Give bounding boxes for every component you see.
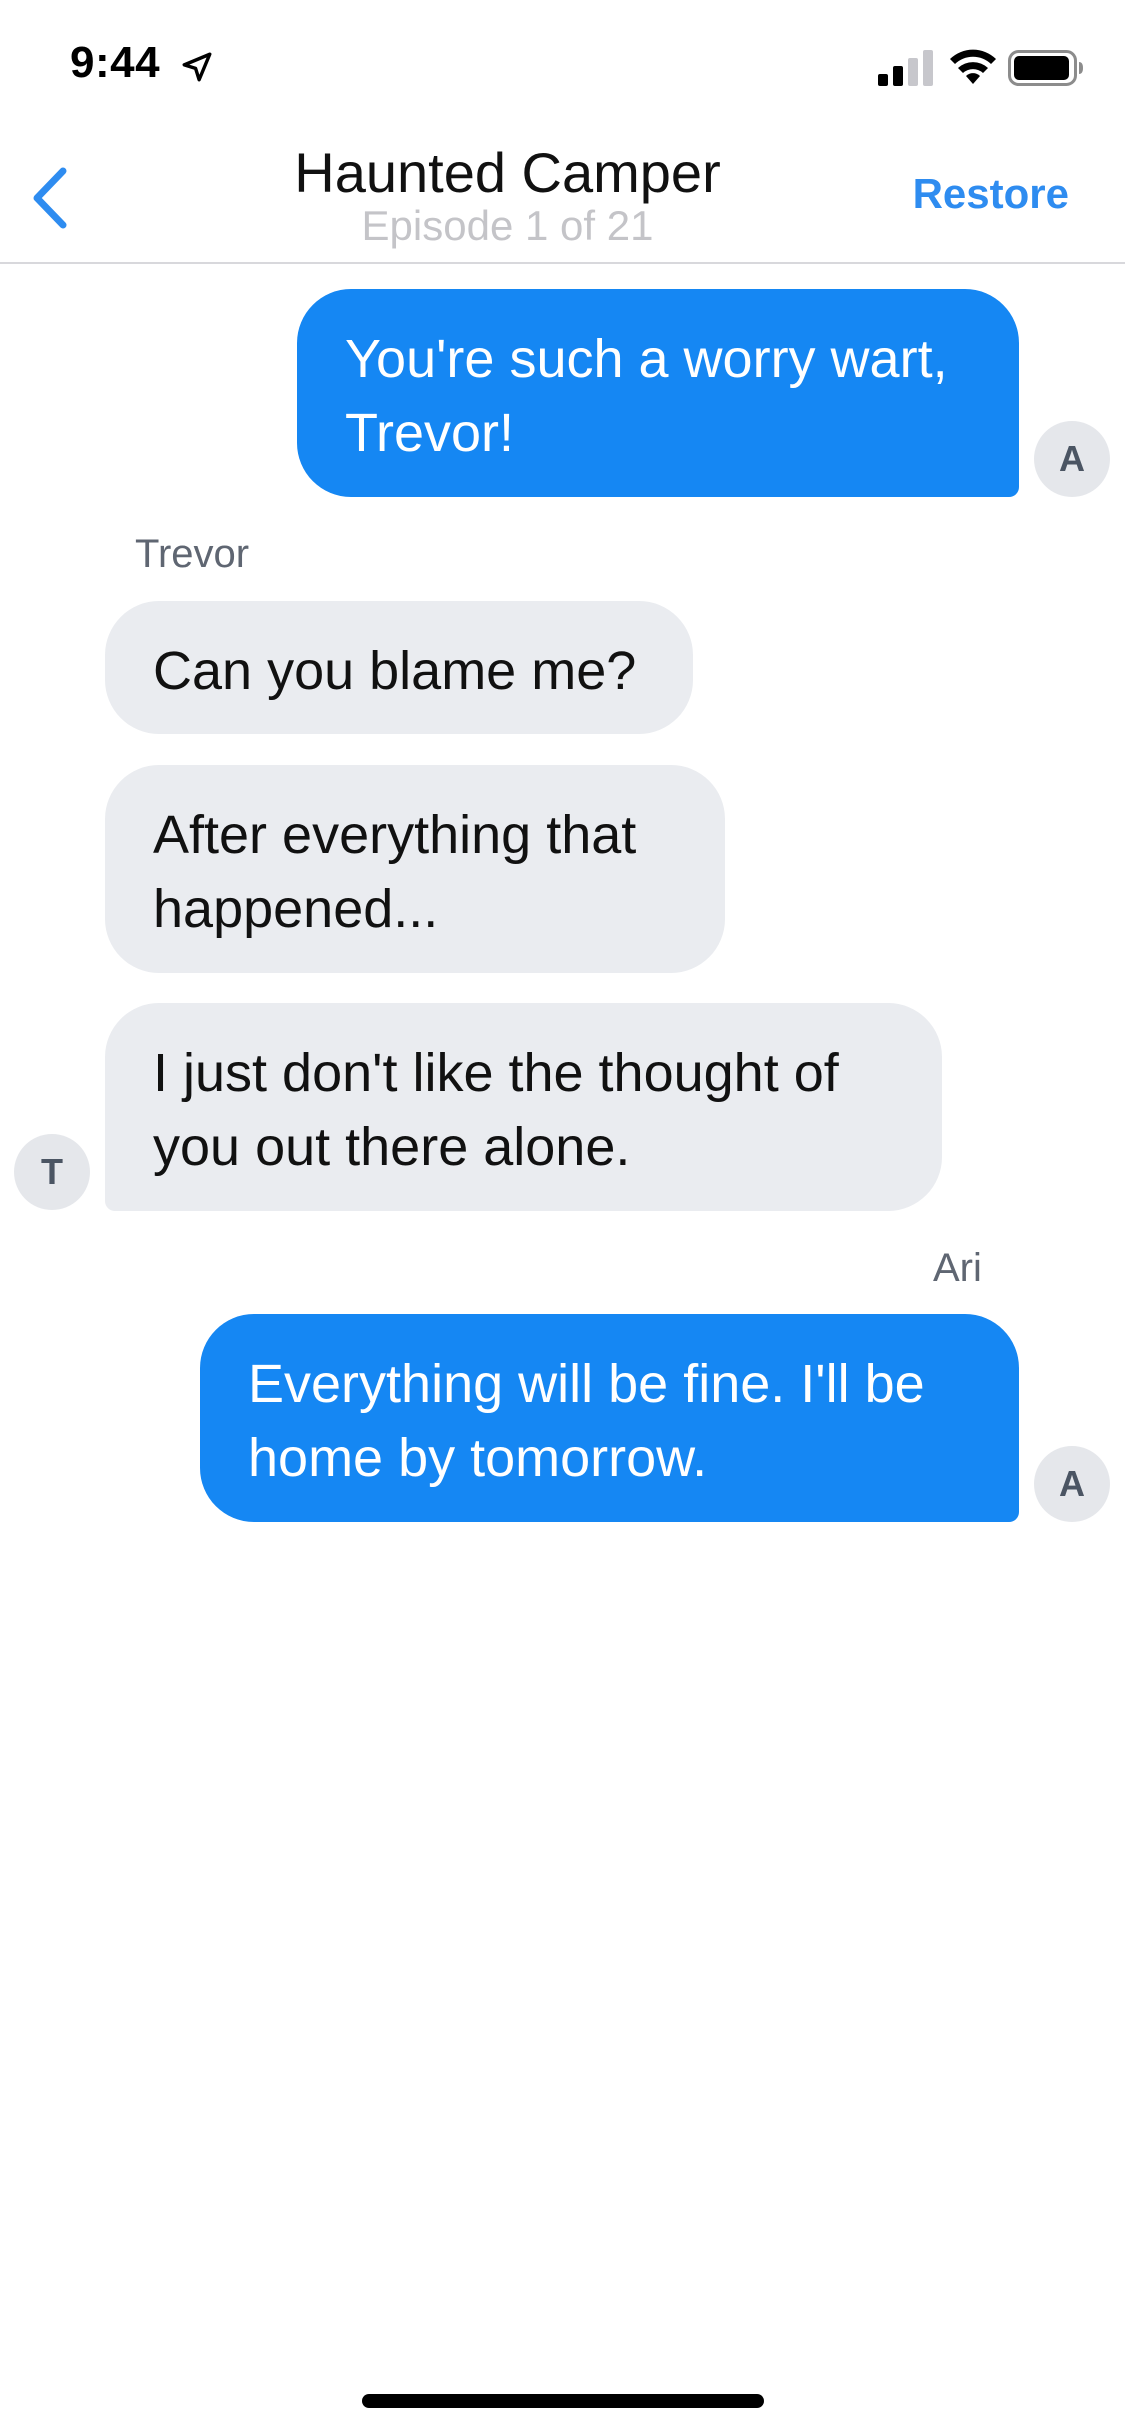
status-time: 9:44 [70, 38, 161, 87]
message-line: Everything will be fine. I'll be [248, 1354, 925, 1414]
message-line: Can you blame me? [153, 641, 637, 701]
message-bubble-outgoing: Everything will be fine. I'll be home by… [200, 1314, 1019, 1522]
message-bubble-incoming: Can you blame me? [105, 601, 693, 734]
message-bubble-outgoing: You're such a worry wart, Trevor! [297, 289, 1019, 497]
location-arrow-icon [182, 52, 212, 82]
message-line: home by tomorrow. [248, 1428, 708, 1488]
message-line: you out there alone. [153, 1117, 631, 1177]
message-line: After everything that [153, 805, 637, 865]
page-title: Haunted Camper [294, 141, 721, 204]
avatar: A [1034, 421, 1110, 497]
message-line: I just don't like the thought of [153, 1043, 839, 1103]
status-bar: 9:44 [0, 0, 1125, 132]
avatar: T [14, 1134, 90, 1210]
sender-name: Trevor [135, 532, 250, 576]
message-bubble-incoming: I just don't like the thought of you out… [105, 1003, 942, 1211]
message-line: You're such a worry wart, [345, 329, 948, 389]
cellular-signal-icon [878, 50, 933, 86]
home-indicator[interactable] [362, 2394, 764, 2408]
battery-icon [1008, 50, 1083, 86]
restore-button[interactable]: Restore [913, 170, 1069, 218]
episode-subtitle: Episode 1 of 21 [361, 202, 654, 249]
avatar: A [1034, 1446, 1110, 1522]
message-line: happened... [153, 879, 439, 939]
message-line: Trevor! [345, 403, 515, 463]
wifi-icon [950, 49, 996, 84]
message-bubble-incoming: After everything that happened... [105, 765, 725, 973]
navigation-bar: Haunted Camper Episode 1 of 21 Restore [0, 132, 1125, 264]
sender-name: Ari [933, 1246, 982, 1290]
